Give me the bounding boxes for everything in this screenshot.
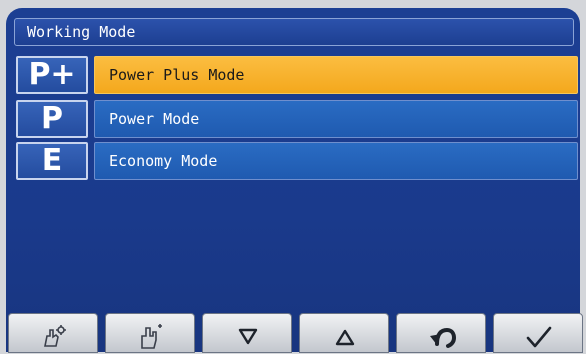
economy-icon: E: [16, 142, 88, 180]
mode-item-power-plus[interactable]: P+ Power Plus Mode: [16, 56, 578, 94]
page-title: Working Mode: [27, 23, 136, 41]
power-plus-icon: P+: [16, 56, 88, 94]
mode-item-bar[interactable]: Power Plus Mode: [94, 56, 578, 94]
up-arrow-icon: [335, 329, 355, 346]
hand-touch-icon: [141, 324, 162, 349]
mode-item-economy[interactable]: E Economy Mode: [16, 142, 578, 180]
mode-item-bar[interactable]: Power Mode: [94, 100, 578, 138]
scroll-up-button[interactable]: [299, 313, 389, 353]
touch-button[interactable]: [105, 313, 195, 353]
display-screen: Working Mode P+ Power Plus Mode P Power …: [6, 8, 580, 352]
mode-item-bar[interactable]: Economy Mode: [94, 142, 578, 180]
settings-hand-icon: [44, 325, 66, 347]
confirm-button[interactable]: [493, 313, 583, 353]
mode-item-power[interactable]: P Power Mode: [16, 100, 578, 138]
power-icon: P: [16, 100, 88, 138]
check-icon: [526, 326, 552, 348]
settings-button[interactable]: [8, 313, 98, 353]
bottom-toolbar: [0, 313, 586, 353]
mode-item-label: Economy Mode: [109, 152, 218, 170]
title-bar: Working Mode: [14, 18, 574, 46]
mode-item-label: Power Plus Mode: [109, 66, 245, 84]
mode-item-label: Power Mode: [109, 110, 200, 128]
scroll-down-button[interactable]: [202, 313, 292, 353]
back-return-icon: [430, 327, 457, 348]
down-arrow-icon: [238, 328, 258, 345]
back-button[interactable]: [396, 313, 486, 353]
